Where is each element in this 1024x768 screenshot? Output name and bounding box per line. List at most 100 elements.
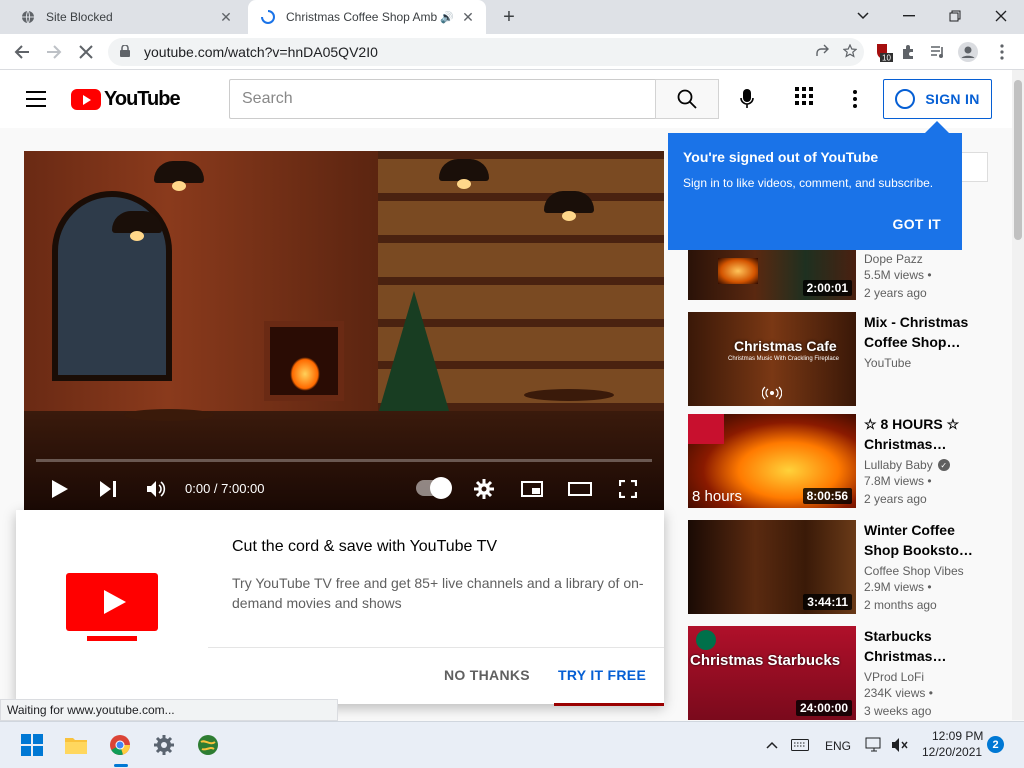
microphone-icon xyxy=(740,89,754,108)
video-info: ☆ 8 HOURS ☆ Christmas… Lullaby Baby ✓ 7.… xyxy=(864,414,988,508)
guide-menu-icon[interactable] xyxy=(26,91,46,107)
video-title[interactable]: ☆ 8 HOURS ☆ Christmas… xyxy=(864,414,988,454)
tab-close-icon[interactable]: ✕ xyxy=(458,7,478,27)
fullscreen-icon[interactable] xyxy=(616,477,640,501)
voice-search-button[interactable] xyxy=(731,83,763,115)
media-control-icon[interactable] xyxy=(928,42,948,62)
tab-close-icon[interactable]: ✕ xyxy=(216,7,236,27)
apps-grid-icon[interactable] xyxy=(795,87,819,111)
video-thumbnail[interactable]: 8 hours 8:00:56 xyxy=(688,414,856,508)
show-hidden-icons-chevron-icon[interactable] xyxy=(760,733,784,757)
extensions-puzzle-icon[interactable] xyxy=(898,42,918,62)
volume-muted-icon[interactable] xyxy=(888,733,912,757)
chrome-icon[interactable] xyxy=(108,733,132,757)
upload-age: 2 years ago xyxy=(864,286,927,300)
autoplay-toggle[interactable] xyxy=(416,477,452,499)
shield-extension-icon[interactable]: 10 xyxy=(874,42,894,62)
chrome-menu-icon[interactable] xyxy=(992,42,1012,62)
tab-christmas-coffee-shop[interactable]: Christmas Coffee Shop Amb 🔊 ✕ xyxy=(248,0,486,34)
youtube-play-logo-icon xyxy=(71,89,101,110)
tab-search-icon[interactable] xyxy=(840,2,886,30)
video-title[interactable]: Winter Coffee Shop Booksto… xyxy=(864,520,988,560)
channel-name[interactable]: Dope Pazz xyxy=(864,252,988,266)
search-input[interactable]: Search xyxy=(229,79,656,119)
video-time-display: 0:00 / 7:00:00 xyxy=(185,481,265,496)
forward-button[interactable] xyxy=(42,40,66,64)
view-count: 234K views • xyxy=(864,686,933,700)
youtube-logo[interactable]: YouTube xyxy=(71,88,181,111)
channel-name[interactable]: YouTube xyxy=(864,356,988,370)
tooltip-pointer xyxy=(925,121,949,133)
language-indicator[interactable]: ENG xyxy=(825,739,851,753)
try-it-free-button[interactable]: TRY IT FREE xyxy=(558,667,646,683)
globe-app-icon[interactable] xyxy=(196,733,220,757)
signed-out-tooltip: You're signed out of YouTube Sign in to … xyxy=(668,133,962,250)
tooltip-body: Sign in to like videos, comment, and sub… xyxy=(683,176,934,190)
close-window-button[interactable] xyxy=(978,2,1024,30)
restore-button[interactable] xyxy=(932,2,978,30)
keyboard-icon[interactable] xyxy=(788,733,812,757)
minimize-button[interactable] xyxy=(886,2,932,30)
network-icon[interactable] xyxy=(862,733,886,757)
video-thumbnail[interactable]: 3:44:11 xyxy=(688,520,856,614)
video-player[interactable]: 0:00 / 7:00:00 xyxy=(24,151,664,511)
channel-name[interactable]: VProd LoFi xyxy=(864,670,988,684)
chip-bar-fragment[interactable] xyxy=(962,152,988,182)
settings-more-icon[interactable] xyxy=(843,87,867,111)
next-video-icon[interactable] xyxy=(96,477,120,501)
video-title[interactable]: Starbucks Christmas… xyxy=(864,626,988,666)
video-thumbnail[interactable]: Christmas Cafe Christmas Music With Crac… xyxy=(688,312,856,406)
tab-site-blocked[interactable]: Site Blocked ✕ xyxy=(8,0,244,34)
miniplayer-icon[interactable] xyxy=(520,477,544,501)
video-title[interactable]: Mix - Christmas Coffee Shop… xyxy=(864,312,988,352)
youtube-tv-promo-dialog: Cut the cord & save with YouTube TV Try … xyxy=(16,510,664,704)
notification-badge[interactable]: 2 xyxy=(987,736,1004,753)
holly-decoration xyxy=(688,414,724,444)
volume-icon[interactable] xyxy=(144,477,168,501)
scrollbar-thumb[interactable] xyxy=(1014,80,1022,240)
page-scrollbar[interactable] xyxy=(1012,70,1024,720)
promo-body: Try YouTube TV free and get 85+ live cha… xyxy=(232,575,644,611)
recommendation-item[interactable]: Christmas Cafe Christmas Music With Crac… xyxy=(688,312,988,406)
channel-name[interactable]: Coffee Shop Vibes xyxy=(864,564,988,578)
settings-gear-icon[interactable] xyxy=(472,477,496,501)
theater-mode-icon[interactable] xyxy=(568,477,592,501)
share-icon[interactable] xyxy=(808,44,836,61)
video-duration: 3:44:11 xyxy=(803,594,852,610)
video-progress-bar[interactable] xyxy=(36,459,652,462)
clock-date[interactable]: 12/20/2021 xyxy=(922,745,982,759)
tab-title: Christmas Coffee Shop Amb xyxy=(286,10,438,24)
address-bar[interactable]: youtube.com/watch?v=hnDA05QV2I0 xyxy=(108,38,864,66)
stop-loading-button[interactable] xyxy=(74,40,98,64)
url-text[interactable]: youtube.com/watch?v=hnDA05QV2I0 xyxy=(144,44,808,60)
search-button[interactable] xyxy=(655,79,719,119)
recommendation-item[interactable]: 8 hours 8:00:56 ☆ 8 HOURS ☆ Christmas… L… xyxy=(688,414,988,508)
back-button[interactable] xyxy=(10,40,34,64)
got-it-button[interactable]: GOT IT xyxy=(893,216,941,232)
play-icon[interactable] xyxy=(48,477,72,501)
video-scene-lamp xyxy=(112,211,162,241)
youtube-logo-text: YouTube xyxy=(104,88,181,110)
profile-avatar-icon[interactable] xyxy=(958,42,978,62)
no-thanks-button[interactable]: NO THANKS xyxy=(444,667,530,683)
recommendation-item[interactable]: Christmas Starbucks 24:00:00 Starbucks C… xyxy=(688,626,988,720)
file-explorer-icon[interactable] xyxy=(64,733,88,757)
settings-gear-taskbar-icon[interactable] xyxy=(152,733,176,757)
clock-time[interactable]: 12:09 PM xyxy=(932,729,983,743)
video-thumbnail[interactable]: Christmas Starbucks 24:00:00 xyxy=(688,626,856,720)
windows-start-icon[interactable] xyxy=(20,733,44,757)
sign-in-label: SIGN IN xyxy=(925,91,980,107)
recommendation-item[interactable]: 3:44:11 Winter Coffee Shop Booksto… Coff… xyxy=(688,520,988,614)
new-tab-button[interactable]: + xyxy=(498,6,520,28)
lock-icon[interactable] xyxy=(120,43,134,60)
youtube-masthead: YouTube Search SIGN IN xyxy=(0,70,1024,128)
channel-name[interactable]: Lullaby Baby xyxy=(864,458,933,472)
tab-title: Site Blocked xyxy=(46,10,113,24)
bookmark-star-icon[interactable] xyxy=(836,43,864,61)
channel-name-row: Lullaby Baby ✓ xyxy=(864,458,988,472)
starbucks-logo-icon xyxy=(696,630,716,650)
sign-in-button[interactable]: SIGN IN xyxy=(883,79,992,119)
thumbnail-title-text: Christmas Cafe xyxy=(734,338,837,354)
video-duration: 24:00:00 xyxy=(795,700,852,716)
audio-playing-icon[interactable]: 🔊 xyxy=(440,11,454,24)
